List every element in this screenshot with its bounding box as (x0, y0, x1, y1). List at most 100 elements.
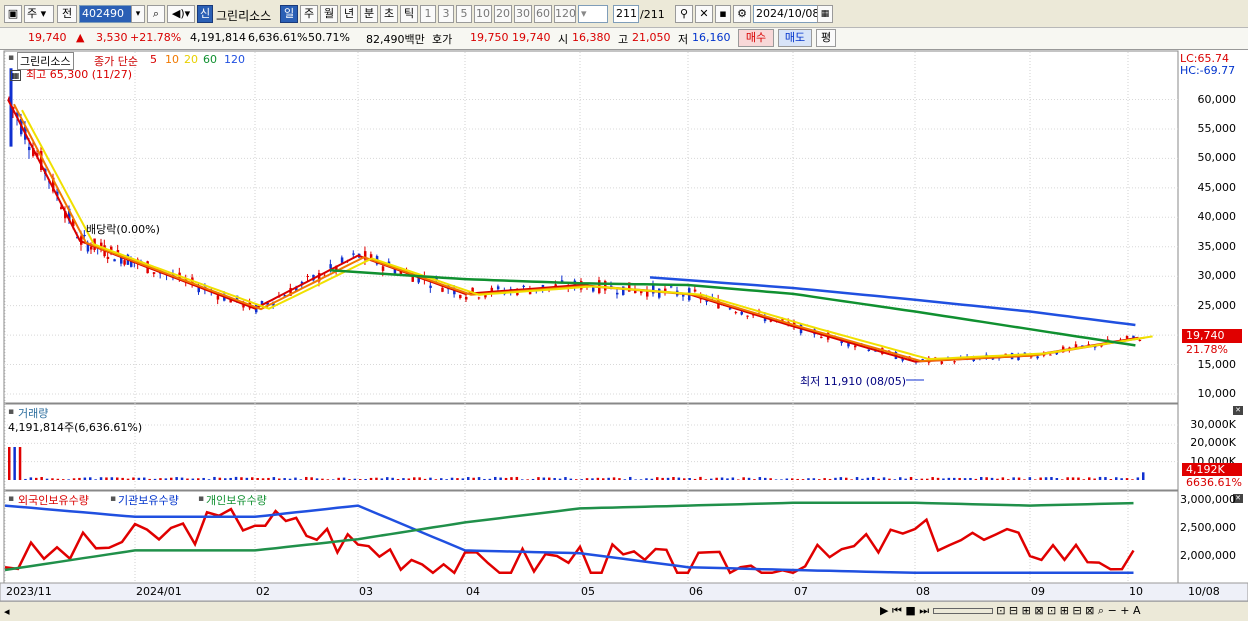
volume-bar (105, 477, 108, 480)
volume-bar (18, 447, 22, 480)
volume-bar (1093, 478, 1096, 480)
volume-bar (229, 477, 232, 480)
legend-ma20[interactable]: 20 (184, 53, 198, 66)
volume-bar (526, 479, 529, 480)
volume-bar (467, 477, 470, 480)
volume-bar (629, 476, 632, 480)
volume-bar (764, 477, 767, 480)
volume-bar (159, 478, 162, 480)
zoom-icon[interactable]: ⌕ (1098, 604, 1104, 617)
candle-body (459, 295, 462, 299)
volume-bar (143, 477, 146, 480)
volume-bar (1077, 477, 1080, 480)
volume-bar (364, 479, 367, 480)
foreign-holding-line (4, 507, 1135, 575)
holding-tick-label: 3,000,000 (1180, 493, 1236, 506)
volume-bar (450, 477, 454, 480)
volume-bar (742, 477, 745, 480)
volume-bar (1109, 479, 1113, 480)
volume-bar (774, 479, 778, 480)
legend-ma120[interactable]: 120 (224, 53, 245, 66)
candle-body (693, 289, 697, 292)
volume-bar (148, 478, 151, 480)
volume-bar (1066, 477, 1069, 480)
close-icon[interactable]: ✕ (1233, 406, 1243, 415)
volume-bar (607, 477, 610, 480)
volume-bar (839, 477, 843, 480)
volume-bar (710, 478, 713, 480)
volume-bar (855, 477, 859, 480)
note-icon[interactable]: ▦ (10, 70, 21, 81)
candle-body (522, 285, 525, 287)
volume-bar (704, 479, 708, 480)
scroll-thumb[interactable] (932, 608, 993, 614)
pane-handle-icon: ▪ (110, 494, 117, 504)
pane-handle-icon[interactable]: ▪ (8, 53, 14, 63)
scroll-left-icon[interactable]: ◂ (4, 605, 10, 618)
volume-bar (359, 479, 362, 480)
volume-bar (1061, 479, 1064, 480)
dividend-annotation: 배당락(0.00%) (86, 223, 160, 236)
legend-individual-holding[interactable]: 개인보유수량 (206, 492, 267, 508)
volume-bar (926, 478, 929, 480)
stop-icon[interactable]: ■ (905, 604, 915, 617)
volume-bar (558, 478, 562, 480)
volume-bar (67, 479, 70, 480)
volume-bar (488, 478, 492, 480)
volume-bar (170, 477, 173, 480)
volume-bar (504, 477, 508, 480)
candle-body (352, 253, 355, 255)
legend-ma60[interactable]: 60 (203, 53, 217, 66)
font-size-icon[interactable]: A (1133, 604, 1141, 617)
volume-bar (51, 478, 54, 480)
volume-bar (645, 478, 648, 480)
chart-canvas[interactable] (0, 0, 1248, 621)
volume-bar (477, 477, 481, 480)
legend-ma5[interactable]: 5 (150, 53, 157, 66)
hc-label: HC:-69.77 (1180, 64, 1236, 77)
candle-body (682, 294, 685, 297)
candle-body (216, 295, 220, 300)
volume-bar (850, 479, 853, 480)
volume-bar (834, 477, 837, 480)
volume-bar (915, 479, 918, 480)
zoom-in-icon[interactable]: + (1120, 604, 1129, 617)
volume-bar (35, 477, 38, 480)
forward-icon[interactable]: ⏭ (919, 604, 929, 617)
pane-handle-icon[interactable]: ▪ (8, 494, 14, 504)
volume-bar (456, 478, 459, 480)
legend-foreign-holding[interactable]: 외국인보유수량 (18, 492, 89, 508)
candle-body (441, 287, 444, 292)
volume-bar (888, 478, 891, 480)
legend-institution-holding[interactable]: 기관보유수량 (118, 492, 179, 508)
volume-bar (396, 479, 400, 480)
rewind-icon[interactable]: ⏮ (892, 604, 902, 617)
volume-bar (904, 478, 907, 480)
pane-handle-icon: ▪ (198, 494, 205, 504)
volume-bar (591, 478, 594, 480)
volume-bar (537, 477, 540, 480)
candle-body (728, 308, 732, 310)
candle-body (1138, 339, 1142, 342)
volume-bar (56, 478, 60, 480)
volume-bar (1050, 477, 1053, 480)
volume-bar (980, 476, 983, 480)
legend-ma10[interactable]: 10 (165, 53, 179, 66)
x-tick-label: 09 (1031, 585, 1045, 598)
low-annotation: 최저 11,910 (08/05) (800, 375, 907, 388)
volume-bar (197, 478, 200, 480)
volume-bar (828, 478, 832, 480)
volume-bar (1034, 479, 1037, 480)
tools-icon[interactable]: ⊡ ⊟ ⊞ ⊠ ⊡ ⊞ ⊟ ⊠ (996, 604, 1094, 617)
volume-bar (553, 478, 556, 480)
pane-handle-icon[interactable]: ▪ (8, 407, 14, 417)
zoom-out-icon[interactable]: − (1108, 604, 1117, 617)
scroll-bar[interactable]: ◂ ▶ ⏮ ■ ⏭ ⊡ ⊟ ⊞ ⊠ ⊡ ⊞ ⊟ ⊠ ⌕ − + A (0, 601, 1248, 621)
play-icon[interactable]: ▶ (880, 604, 888, 617)
x-tick-label: 04 (466, 585, 480, 598)
volume-bar (434, 479, 438, 480)
volume-bar (769, 478, 772, 480)
x-tick-label: 05 (581, 585, 595, 598)
volume-bar (996, 478, 999, 480)
volume-bar (29, 477, 33, 480)
